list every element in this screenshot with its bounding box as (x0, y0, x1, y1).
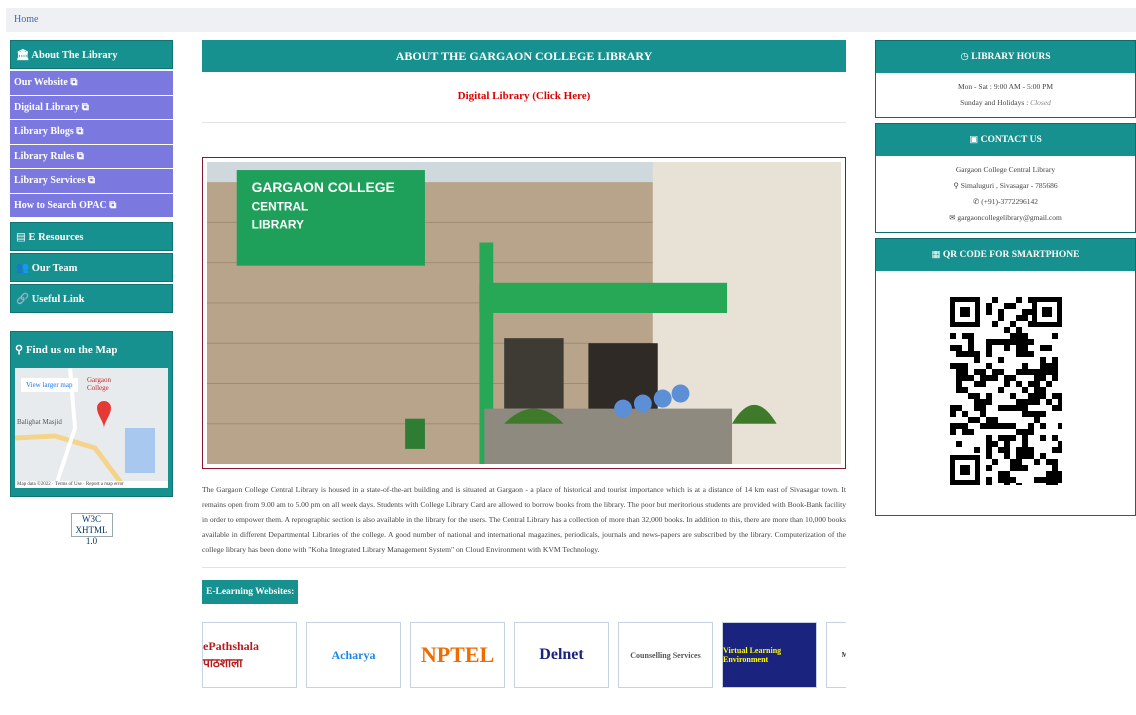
library-hours-body: Mon - Sat : 9:00 AM - 5:00 PM Sunday and… (876, 73, 1135, 117)
contact-name: Gargaon College Central Library (955, 165, 1056, 174)
epathshala-logo-link[interactable]: ePathshala पाठशाला (202, 622, 297, 688)
left-sidebar: 🏛 About The Library Our Website ⧉ Digita… (10, 40, 173, 546)
external-link-icon: ⧉ (81, 101, 89, 113)
hours-weekdays: Mon - Sat : 9:00 AM - 5:00 PM (957, 82, 1053, 91)
library-description: The Gargaon College Central Library is h… (202, 485, 846, 554)
svg-text:LIBRARY: LIBRARY (252, 217, 304, 231)
qr-title: QR CODE FOR SMARTPHONE (942, 250, 1080, 260)
hours-closed: Closed (1030, 98, 1051, 107)
sidebar-item-search-opac[interactable]: How to Search OPAC ⧉ (10, 193, 173, 218)
sidebar-item-label: How to Search OPAC (14, 199, 107, 211)
contact-address: ⚲ Simaluguri , Sivasagar - 785686 (876, 178, 1135, 194)
nptel-logo-link[interactable]: NPTEL (410, 622, 505, 688)
sidebar-item-library-blogs[interactable]: Library Blogs ⧉ (10, 120, 173, 145)
library-hours-title: LIBRARY HOURS (971, 52, 1051, 62)
main-content: ABOUT THE GARGAON COLLEGE LIBRARY Digita… (202, 40, 846, 688)
divider (202, 567, 846, 568)
sidebar-label: Our Team (31, 263, 78, 274)
contact-body: Gargaon College Central Library ⚲ Simalu… (876, 156, 1135, 232)
external-link-icon: ⧉ (76, 150, 84, 162)
sidebar-item-useful-link[interactable]: 🔗 Useful Link (10, 284, 173, 313)
map-title-text: Find us on the Map (25, 344, 118, 356)
contact-phone: ✆ (+91)-3772296142 (876, 194, 1135, 210)
building-sign-text: GARGAON COLLEGE (252, 179, 395, 195)
breadcrumb: Home (6, 8, 1136, 32)
envelope-icon: ✉ (949, 213, 956, 222)
link-icon: 🔗 (16, 294, 30, 305)
users-icon: 👥 (16, 263, 30, 274)
external-link-icon: ⧉ (109, 199, 117, 211)
qr-card: ▦ QR CODE FOR SMARTPHONE (875, 238, 1136, 516)
qr-code-image (949, 297, 1062, 485)
sidebar-item-library-rules[interactable]: Library Rules ⧉ (10, 144, 173, 169)
qrcode-icon: ▦ (931, 250, 941, 260)
qr-header: ▦ QR CODE FOR SMARTPHONE (876, 239, 1135, 271)
contact-email-text: gargaoncollegelibrary@gmail.com (957, 213, 1062, 222)
about-submenu: Our Website ⧉ Digital Library ⧉ Library … (10, 71, 173, 218)
library-hours-header: ◷ LIBRARY HOURS (876, 41, 1135, 73)
elearning-logos: ePathshala पाठशाला Acharya NPTEL Delnet … (202, 622, 846, 688)
university-icon: 🏛 (16, 50, 30, 61)
hours-holidays: Sunday and Holidays : Closed (876, 95, 1135, 111)
sidebar-item-about[interactable]: 🏛 About The Library (10, 40, 173, 69)
counselling-logo-link[interactable]: Counselling Services (618, 622, 713, 688)
view-larger-map-link[interactable]: View larger map (21, 378, 78, 392)
map-widget: ⚲ Find us on the Map View larger map Gar… (10, 331, 173, 497)
library-building-image: GARGAON COLLEGE CENTRAL LIBRARY (207, 162, 841, 464)
qr-container (876, 271, 1135, 485)
mhrd-logo-link[interactable]: MINISTRY OF HRD (826, 622, 846, 688)
delnet-logo-link[interactable]: Delnet (514, 622, 609, 688)
sidebar-label: Useful Link (31, 294, 85, 305)
contact-address-text: Simaluguri , Sivasagar - 785686 (960, 181, 1058, 190)
map-place-label: Gargaon College (87, 376, 111, 392)
sidebar-item-library-services[interactable]: Library Services ⧉ (10, 169, 173, 194)
hours-holidays-label: Sunday and Holidays : (960, 98, 1031, 107)
sidebar-item-label: Library Services (14, 175, 86, 186)
page-title: ABOUT THE GARGAON COLLEGE LIBRARY (202, 40, 846, 72)
sidebar-item-our-team[interactable]: 👥 Our Team (10, 253, 173, 282)
sidebar-item-label: Library Blogs (14, 126, 74, 137)
contact-header: ▣ CONTACT US (876, 124, 1135, 156)
w3c-xhtml-badge[interactable]: W3C XHTML 1.0 (70, 513, 113, 546)
sidebar-item-e-resources[interactable]: ▤ E Resources (10, 222, 173, 251)
contact-card: ▣ CONTACT US Gargaon College Central Lib… (875, 123, 1136, 233)
address-card-icon: ▣ (969, 135, 979, 145)
clock-icon: ◷ (960, 52, 969, 62)
digital-library-link[interactable]: Digital Library (Click Here) (202, 90, 846, 102)
map-nearby-label: Balighat Masjid (17, 418, 62, 426)
elearning-heading: E-Learning Websites: (202, 580, 299, 604)
right-sidebar: ◷ LIBRARY HOURS Mon - Sat : 9:00 AM - 5:… (875, 40, 1136, 521)
external-link-icon: ⧉ (70, 77, 78, 88)
external-link-icon: ⧉ (76, 126, 84, 137)
sidebar-item-label: Our Website (14, 77, 68, 88)
sidebar-about-label: About The Library (31, 50, 118, 61)
search-icon: ⚲ (15, 344, 24, 356)
map-footer: Map data ©2022 · Terms of Use · Report a… (15, 481, 168, 488)
contact-email[interactable]: ✉ gargaoncollegelibrary@gmail.com (876, 210, 1135, 226)
library-hours-card: ◷ LIBRARY HOURS Mon - Sat : 9:00 AM - 5:… (875, 40, 1136, 118)
map-marker-icon: ⚲ (953, 181, 959, 190)
divider (202, 122, 846, 123)
library-photo: GARGAON COLLEGE CENTRAL LIBRARY (202, 157, 846, 469)
database-icon: ▤ (16, 232, 26, 243)
sidebar-item-label: Digital Library (14, 101, 80, 113)
phone-icon: ✆ (973, 197, 980, 206)
external-link-icon: ⧉ (87, 175, 96, 186)
sidebar-item-label: Library Rules (14, 150, 75, 162)
contact-title: CONTACT US (980, 135, 1042, 145)
breadcrumb-home-link[interactable]: Home (14, 14, 38, 25)
acharya-logo-link[interactable]: Acharya (306, 622, 401, 688)
map-title: ⚲ Find us on the Map (15, 332, 168, 368)
sidebar-label: E Resources (28, 232, 84, 243)
vle-logo-link[interactable]: Virtual Learning Environment (722, 622, 817, 688)
sidebar-item-our-website[interactable]: Our Website ⧉ (10, 71, 173, 96)
sidebar-item-digital-library[interactable]: Digital Library ⧉ (10, 95, 173, 120)
svg-text:CENTRAL: CENTRAL (252, 199, 309, 213)
embedded-map[interactable]: View larger map Gargaon College Balighat… (15, 368, 168, 488)
contact-phone-text: (+91)-3772296142 (981, 197, 1038, 206)
